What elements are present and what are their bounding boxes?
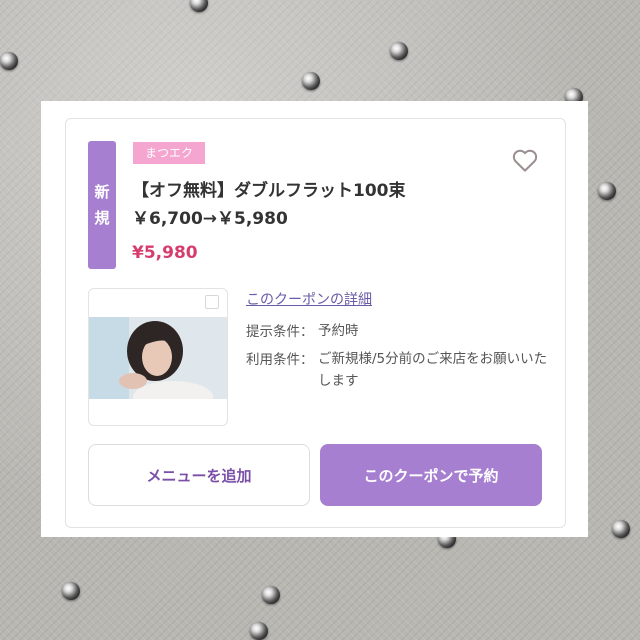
background-stud xyxy=(62,582,80,600)
usage-condition: 利用条件： ご新規様/5分前のご来店をお願いいたします xyxy=(246,348,548,392)
coupon-title: 【オフ無料】ダブルフラット100束 ￥6,700→￥5,980 xyxy=(132,177,502,233)
coupon-card-container: 新 規 まつエク 【オフ無料】ダブルフラット100束 ￥6,700→￥5,980… xyxy=(41,101,588,537)
condition-value: 予約時 xyxy=(318,323,359,339)
thumbnail-checkbox-icon xyxy=(205,295,219,309)
coupon-title-line: 【オフ無料】ダブルフラット100束 xyxy=(132,181,406,201)
new-badge-char: 新 xyxy=(94,183,110,201)
heart-outline-icon[interactable] xyxy=(510,145,540,175)
add-menu-button[interactable]: メニューを追加 xyxy=(88,444,310,506)
presentation-condition: 提示条件： 予約時 xyxy=(246,320,548,342)
reserve-with-coupon-button[interactable]: このクーポンで予約 xyxy=(320,444,542,506)
condition-label: 利用条件： xyxy=(246,352,314,368)
coupon-detail-link[interactable]: このクーポンの詳細 xyxy=(246,289,372,309)
category-tag: まつエク xyxy=(133,142,206,164)
coupon-card: 新 規 まつエク 【オフ無料】ダブルフラット100束 ￥6,700→￥5,980… xyxy=(65,118,566,528)
background-stud xyxy=(598,182,616,200)
coupon-price-change: ￥6,700→￥5,980 xyxy=(132,209,288,229)
model-photo xyxy=(89,317,227,399)
background-stud xyxy=(190,0,208,12)
new-badge-char: 規 xyxy=(94,209,110,227)
background-stud xyxy=(262,586,280,604)
background-stud xyxy=(250,622,268,640)
new-badge: 新 規 xyxy=(88,141,116,269)
background-stud xyxy=(0,52,18,70)
coupon-thumbnail[interactable] xyxy=(88,288,228,426)
background-stud xyxy=(612,520,630,538)
model-portrait-image xyxy=(89,317,227,399)
condition-label: 提示条件： xyxy=(246,324,314,340)
coupon-price: ¥5,980 xyxy=(132,243,198,263)
background-stud xyxy=(390,42,408,60)
condition-value: ご新規様/5分前のご来店をお願いいたします xyxy=(318,351,548,389)
background-stud xyxy=(302,72,320,90)
